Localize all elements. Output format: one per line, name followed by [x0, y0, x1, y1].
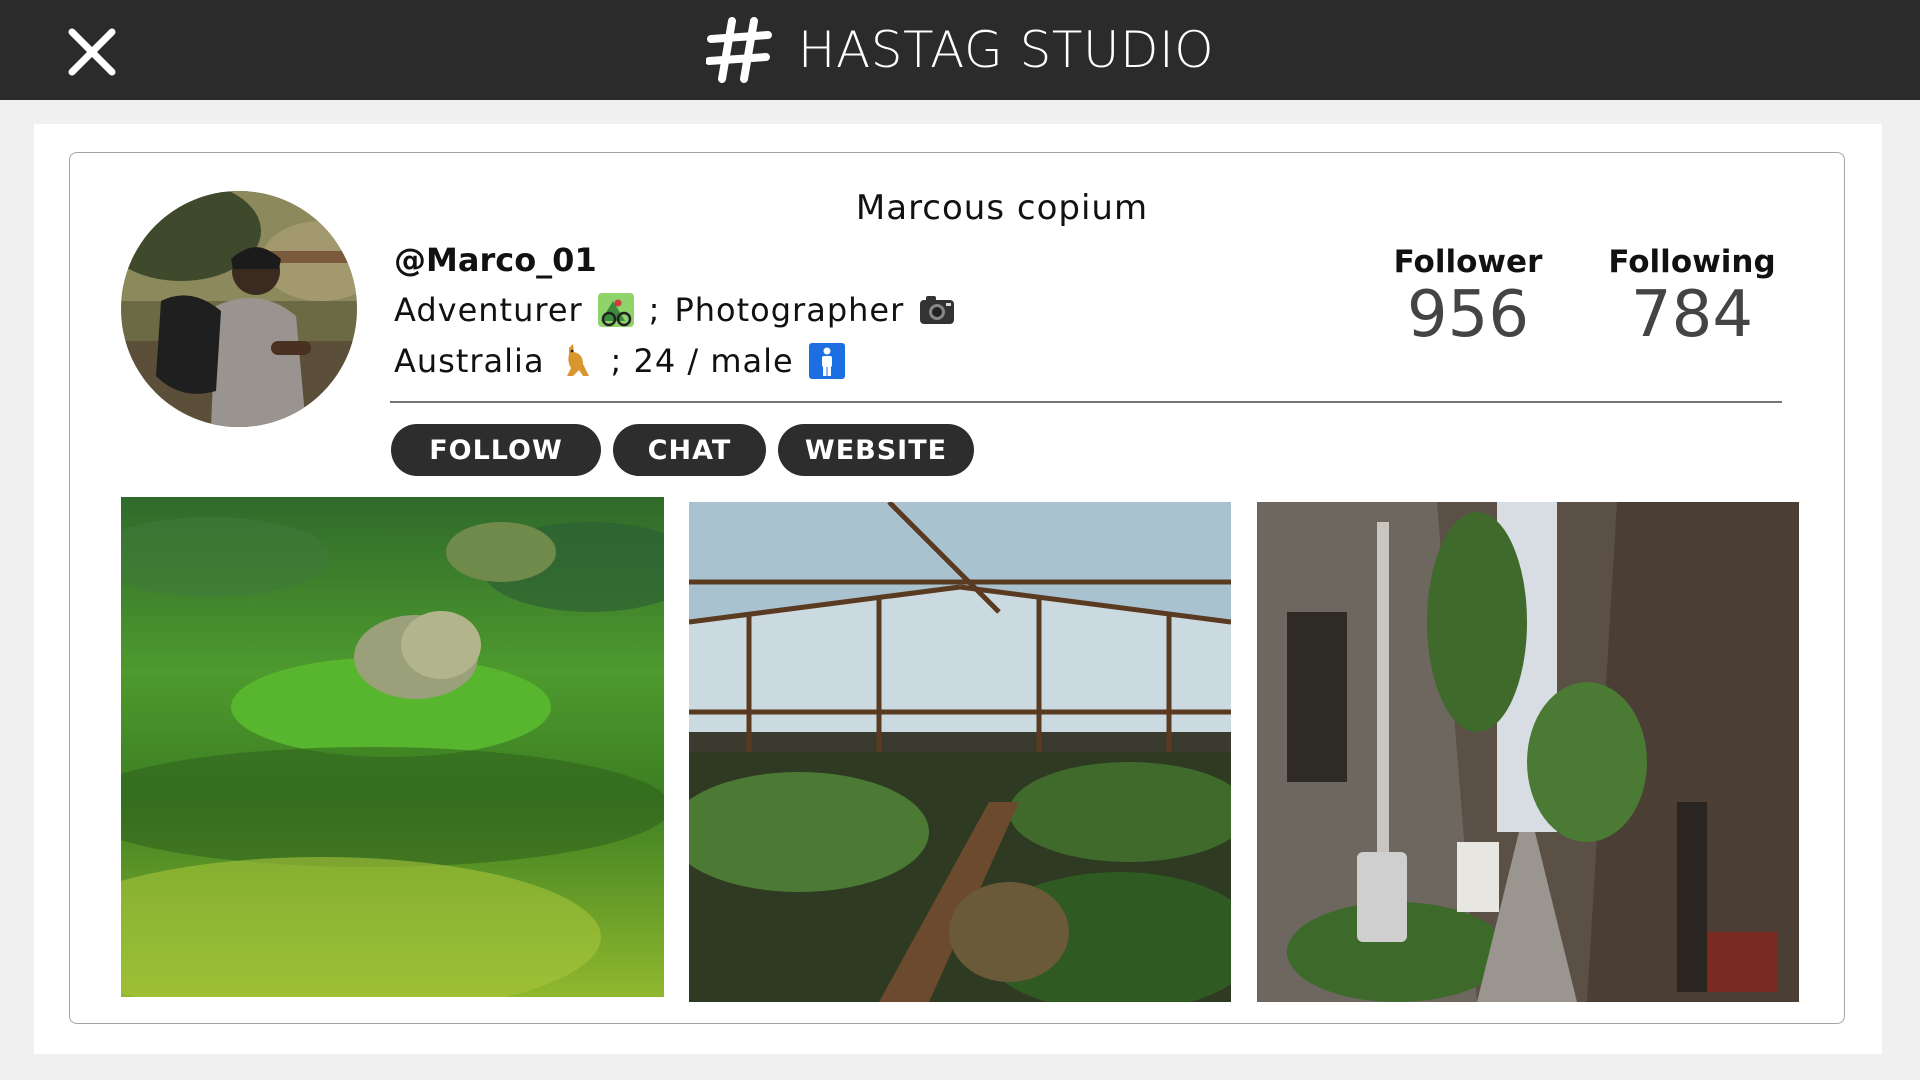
followers-label: Follower — [1393, 244, 1543, 280]
profile-divider — [390, 401, 1782, 403]
avatar[interactable] — [121, 191, 357, 427]
bio-role-2: Photographer — [674, 291, 905, 329]
bio-country: Australia — [394, 342, 545, 380]
camera-emoji-icon — [920, 296, 955, 324]
bio-role-1: Adventurer — [394, 291, 583, 329]
gallery-photo-greenhouse[interactable] — [689, 502, 1231, 1002]
hashtag-icon — [705, 17, 772, 83]
bio-line-roles: Adventurer ; Photographer — [394, 291, 956, 329]
mens-symbol-emoji-icon — [808, 343, 845, 379]
followers-count: 956 — [1406, 278, 1530, 352]
brand-title: HASTAG STUDIO — [797, 21, 1215, 79]
gallery-photo-alley[interactable] — [1257, 502, 1799, 1002]
display-name: Marcous copium — [855, 188, 1149, 228]
follow-button[interactable]: FOLLOW — [391, 424, 601, 476]
bio-line-details: Australia ; 24 / male — [394, 342, 846, 380]
followers-stat[interactable]: Follower 956 — [1368, 244, 1568, 349]
bio-details: ; 24 / male — [610, 342, 794, 380]
username: @Marco_01 — [394, 241, 597, 279]
chat-button[interactable]: CHAT — [613, 424, 766, 476]
bio-separator: ; — [648, 291, 661, 329]
following-stat[interactable]: Following 784 — [1592, 244, 1792, 349]
top-bar: HASTAG STUDIO — [0, 0, 1920, 100]
website-button[interactable]: WEBSITE — [778, 424, 974, 476]
brand: HASTAG STUDIO — [0, 0, 1920, 100]
kangaroo-emoji-icon — [566, 344, 589, 376]
close-button[interactable] — [62, 22, 122, 82]
following-label: Following — [1608, 244, 1776, 280]
gallery-photo-moss[interactable] — [121, 497, 664, 997]
mountain-biking-emoji-icon — [597, 293, 634, 327]
close-icon — [68, 28, 116, 76]
following-count: 784 — [1630, 278, 1754, 352]
